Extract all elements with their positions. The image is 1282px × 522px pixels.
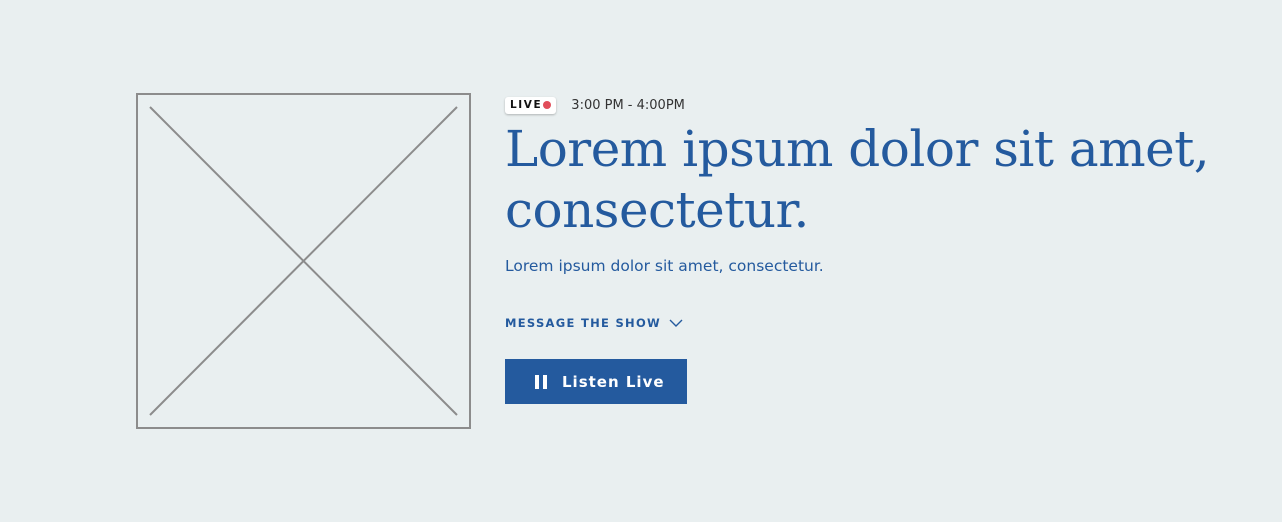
live-dot-icon bbox=[543, 101, 552, 109]
message-the-show-label: MESSAGE THE SHOW bbox=[505, 316, 662, 330]
message-the-show-toggle[interactable]: MESSAGE THE SHOW bbox=[505, 316, 683, 330]
chevron-down-icon bbox=[669, 316, 683, 330]
show-info: LIVE 3:00 PM - 4:00PM Lorem ipsum dolor … bbox=[505, 96, 1225, 404]
listen-live-label: Listen Live bbox=[562, 372, 665, 391]
show-title: Lorem ipsum dolor sit amet, consectetur. bbox=[505, 120, 1210, 239]
live-label: LIVE bbox=[510, 99, 543, 111]
listen-live-button[interactable]: Listen Live bbox=[505, 359, 687, 404]
show-time-range: 3:00 PM - 4:00PM bbox=[571, 97, 685, 113]
pause-icon bbox=[535, 374, 547, 389]
image-placeholder-icon bbox=[136, 93, 471, 429]
show-image-placeholder bbox=[136, 93, 471, 429]
live-badge: LIVE bbox=[505, 96, 557, 114]
show-subtitle: Lorem ipsum dolor sit amet, consectetur. bbox=[505, 257, 824, 275]
show-meta: LIVE 3:00 PM - 4:00PM bbox=[505, 96, 1225, 114]
